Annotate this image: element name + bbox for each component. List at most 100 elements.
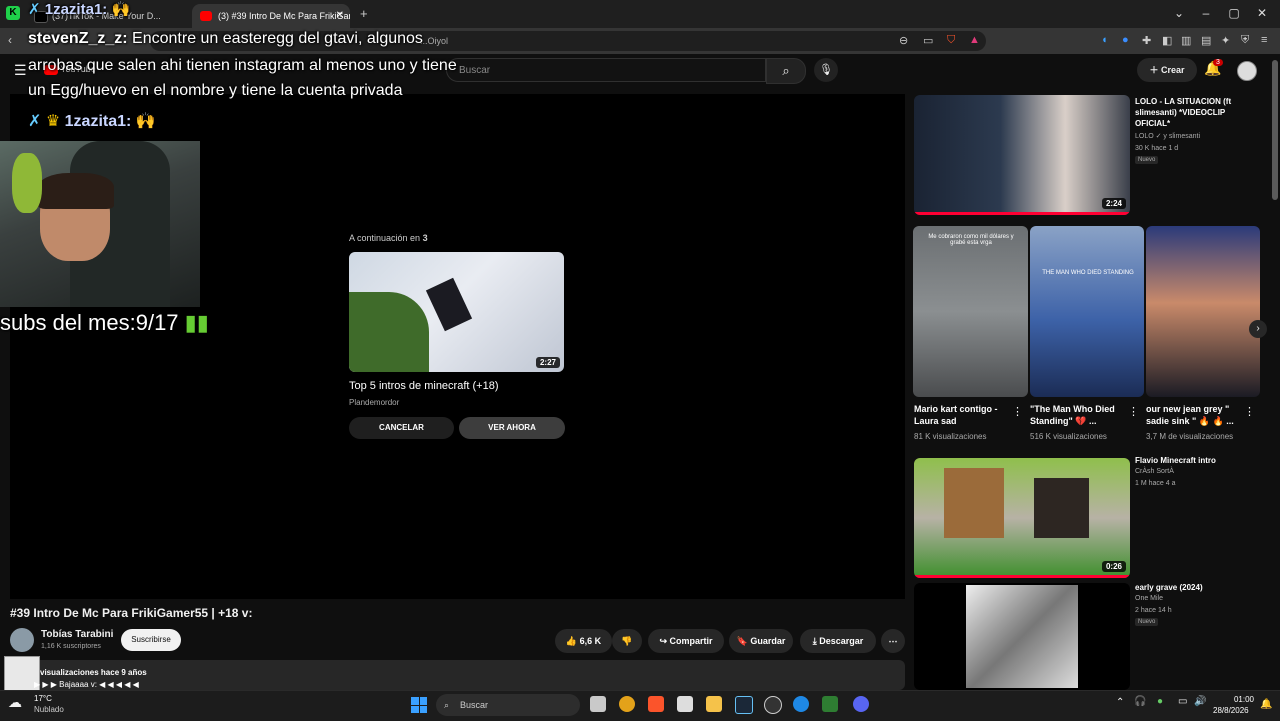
tab-list-icon[interactable]: ⌄ xyxy=(1171,6,1187,20)
close-tab-icon[interactable]: ✕ xyxy=(336,4,344,28)
network-icon[interactable]: ▭ xyxy=(1178,696,1187,707)
hamburger-icon[interactable]: ☰ xyxy=(14,62,27,79)
headset-icon[interactable]: 🎧 xyxy=(1134,696,1146,707)
back-icon[interactable]: ‹ xyxy=(8,33,12,47)
up-next-title[interactable]: Top 5 intros de minecraft (+18) xyxy=(349,380,499,392)
zoom-icon[interactable]: ⊖ xyxy=(899,34,908,47)
mic-tray-icon[interactable]: ● xyxy=(1157,696,1163,707)
ccleaner-icon[interactable] xyxy=(793,696,809,712)
short-title[interactable]: our new jean grey " sadie sink " 🔥 🔥 ... xyxy=(1146,403,1246,427)
dislike-button[interactable]: 👎 xyxy=(612,629,642,653)
volume-icon[interactable]: 🔊 xyxy=(1194,696,1206,707)
save-label: Guardar xyxy=(750,636,786,646)
file-explorer-icon[interactable] xyxy=(590,696,606,712)
sidebar-video-title[interactable]: Flavio Minecraft intro xyxy=(1135,455,1245,466)
description-text: ▶ ▶ ▶ Bajaaaa v: ◀ ◀ ◀ ◀ ◀ xyxy=(34,680,139,689)
short-thumbnail[interactable]: THE MAN WHO DIED STANDING xyxy=(1030,226,1144,397)
leo-icon[interactable]: ✦ xyxy=(1221,34,1230,47)
sidebar-video-channel[interactable]: LOLO ✓ y slimesanti xyxy=(1135,131,1200,143)
short-thumbnail[interactable]: Me cobraron como mil dólares y grabé est… xyxy=(913,226,1028,397)
more-icon: ⋯ xyxy=(888,636,898,646)
short-thumbnail[interactable] xyxy=(1146,226,1260,397)
shorts-next-button[interactable]: › xyxy=(1249,320,1267,338)
discord-icon[interactable] xyxy=(853,696,869,712)
sword-icon: ✗ xyxy=(28,1,41,18)
cast-icon[interactable]: ▭ xyxy=(923,34,933,47)
wallet-icon[interactable]: ▤ xyxy=(1201,34,1211,47)
share-button[interactable]: ↪ Compartir xyxy=(648,629,724,653)
search-button[interactable]: ⌕ xyxy=(766,58,806,84)
share-label: Compartir xyxy=(669,636,713,646)
new-badge: Nuevo xyxy=(1135,618,1159,626)
download-button[interactable]: ⤓ Descargar xyxy=(800,629,876,653)
search-input[interactable]: Buscar xyxy=(446,58,766,82)
description-meta: visualizaciones hace 9 años xyxy=(40,668,147,677)
brave-icon[interactable] xyxy=(648,696,664,712)
start-icon[interactable] xyxy=(411,697,427,713)
steam-icon[interactable] xyxy=(735,696,753,714)
extensions-icon[interactable]: ✚ xyxy=(1142,34,1151,47)
new-tab-button[interactable]: + xyxy=(360,6,368,21)
avatar[interactable] xyxy=(1237,61,1257,81)
vpn-icon[interactable]: ⛨ xyxy=(1241,34,1249,47)
brave-rewards-icon[interactable]: ▲ xyxy=(969,34,980,46)
tray-chevron-icon[interactable]: ⌃ xyxy=(1116,697,1124,708)
sidebar-video-channel[interactable]: CrÀsh SortÀ xyxy=(1135,466,1174,478)
maximize-icon[interactable]: ▢ xyxy=(1226,6,1242,20)
chrome-icon[interactable] xyxy=(619,696,635,712)
up-next-label: A continuación en 3 xyxy=(349,233,428,243)
short-title[interactable]: Mario kart contigo - Laura sad xyxy=(914,403,1014,427)
sword-icon: ✗ xyxy=(28,113,42,130)
share-icon: ↪ xyxy=(659,636,667,646)
youtube-icon xyxy=(200,11,212,21)
thumbnail-image xyxy=(966,585,1078,688)
watch-now-button[interactable]: VER AHORA xyxy=(459,417,565,439)
short-menu-icon[interactable]: ⋮ xyxy=(1012,405,1023,418)
save-button[interactable]: 🔖 Guardar xyxy=(729,629,793,653)
voice-search-button[interactable]: 🎙 xyxy=(814,58,838,82)
extension-blue-icon[interactable]: ● xyxy=(1122,34,1129,46)
brave-shield-icon[interactable]: ⛉ xyxy=(947,34,955,47)
sidebar-icon[interactable]: ▥ xyxy=(1181,34,1191,47)
sidebar-video-channel[interactable]: One Mile xyxy=(1135,593,1163,605)
weather-temp[interactable]: 17°C xyxy=(34,694,52,703)
thumbnail-character xyxy=(944,468,1004,538)
clock-date[interactable]: 28/8/2026 xyxy=(1213,706,1249,715)
sidebar-video-thumbnail[interactable]: 0:26 xyxy=(914,458,1130,578)
tab-youtube[interactable]: (3) #39 Intro De Mc Para FrikiGam... ✕ xyxy=(192,4,350,28)
crown-icon: ♛ xyxy=(45,113,61,130)
short-menu-icon[interactable]: ⋮ xyxy=(1244,405,1255,418)
sidebar-video-title[interactable]: LOLO - LA SITUACION (ft slimesanti) *VID… xyxy=(1135,96,1245,129)
sidebar-video-title[interactable]: early grave (2024) xyxy=(1135,582,1245,593)
minimize-icon[interactable]: – xyxy=(1198,6,1214,20)
menu-icon[interactable]: ≡ xyxy=(1261,34,1267,46)
short-title[interactable]: "The Man Who Died Standing" 💔 ... xyxy=(1030,403,1130,427)
scrollbar[interactable] xyxy=(1272,60,1278,200)
chat-text-line2: arrobas que salen ahi tienen instagram a… xyxy=(28,57,457,74)
obs-icon[interactable] xyxy=(764,696,782,714)
store-icon[interactable] xyxy=(677,696,693,712)
more-actions-button[interactable]: ⋯ xyxy=(881,629,905,653)
create-button[interactable]: ＋ Crear xyxy=(1137,58,1197,82)
search-icon: ⌕ xyxy=(444,700,450,710)
puzzle-icon[interactable]: ◧ xyxy=(1162,34,1172,47)
subscribe-button[interactable]: Suscribirse xyxy=(121,629,181,651)
create-label: Crear xyxy=(1161,65,1185,75)
cancel-button[interactable]: CANCELAR xyxy=(349,417,454,439)
clock-time[interactable]: 01:00 xyxy=(1228,695,1254,704)
sidebar-video-thumbnail[interactable] xyxy=(914,583,1130,690)
app-icon[interactable] xyxy=(822,696,838,712)
channel-name[interactable]: Tobías Tarabini xyxy=(41,629,113,640)
up-next-channel[interactable]: Plandemordor xyxy=(349,398,399,407)
download-label: Descargar xyxy=(819,636,864,646)
channel-avatar[interactable] xyxy=(10,628,34,652)
sidebar-video-thumbnail[interactable]: 2:24 xyxy=(914,95,1130,215)
folder-icon[interactable] xyxy=(706,696,722,712)
speech-icon[interactable]: ◖ xyxy=(1101,34,1108,46)
close-window-icon[interactable]: ✕ xyxy=(1254,6,1270,20)
up-next-thumbnail[interactable]: 2:27 xyxy=(349,252,564,372)
taskbar-search[interactable]: ⌕ Buscar xyxy=(436,694,580,716)
short-menu-icon[interactable]: ⋮ xyxy=(1128,405,1139,418)
like-button[interactable]: 👍 6,6 K xyxy=(555,629,612,653)
notification-icon[interactable]: 🔔 xyxy=(1260,699,1272,710)
